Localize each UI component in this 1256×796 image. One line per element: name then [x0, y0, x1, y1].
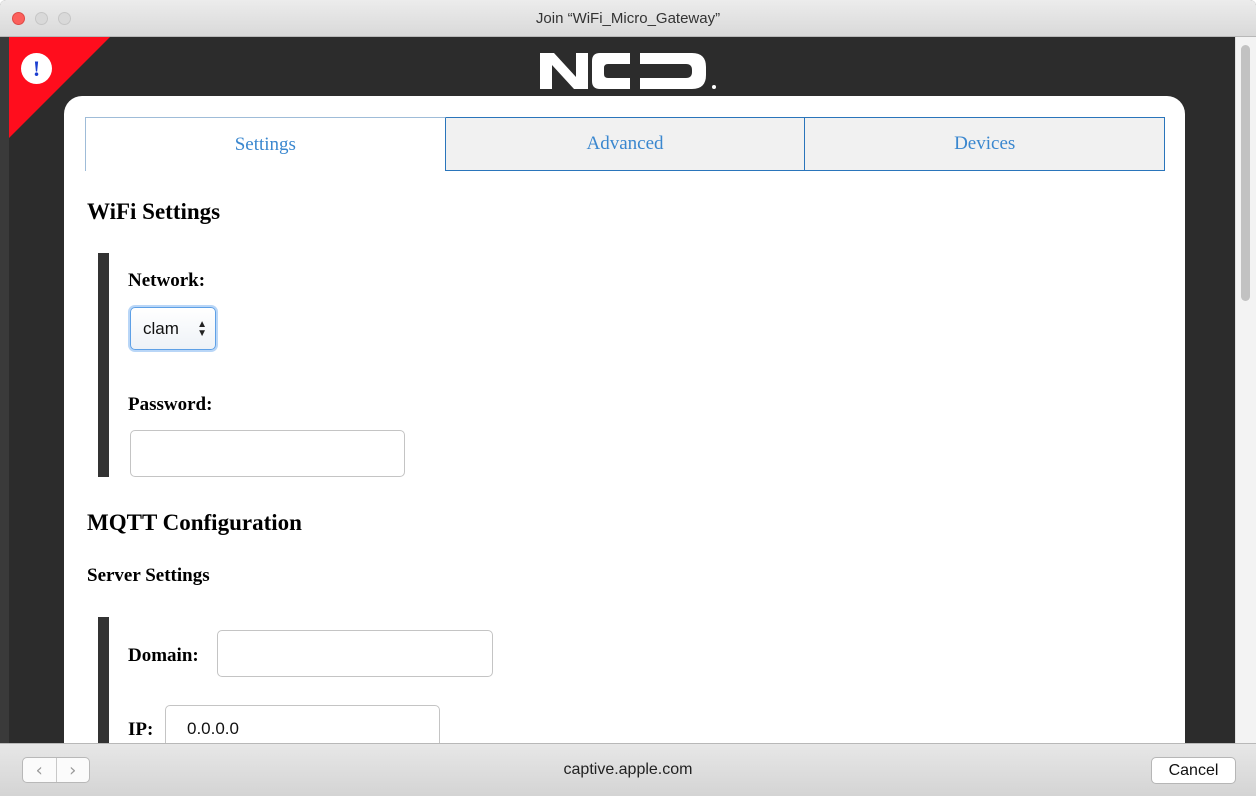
network-select[interactable]: clam ▲ ▼	[130, 307, 216, 350]
title-bar: Join “WiFi_Micro_Gateway”	[0, 0, 1256, 37]
window-title: Join “WiFi_Micro_Gateway”	[535, 10, 721, 27]
page-url: captive.apple.com	[563, 761, 693, 778]
ncd-logo	[540, 53, 716, 89]
scrollbar-thumb[interactable]	[1241, 45, 1250, 301]
tab-advanced[interactable]: Advanced	[445, 117, 806, 171]
network-select-value: clam	[143, 318, 179, 338]
wifi-section-bar	[98, 253, 109, 477]
password-input[interactable]	[130, 430, 405, 477]
vertical-scrollbar[interactable]	[1235, 37, 1256, 743]
bottom-bar: ‹ › captive.apple.com Cancel	[0, 743, 1256, 796]
mqtt-configuration-heading: MQTT Configuration	[87, 510, 302, 535]
ip-label: IP:	[128, 719, 154, 740]
tab-settings[interactable]: Settings	[85, 117, 446, 171]
wifi-settings-heading: WiFi Settings	[87, 199, 221, 224]
domain-input[interactable]	[217, 630, 493, 677]
domain-label: Domain:	[128, 645, 199, 666]
ip-input[interactable]: 0.0.0.0	[165, 705, 440, 743]
password-label: Password:	[128, 394, 213, 415]
web-content: ! Settings Advanced Devices WiFi Setting…	[9, 37, 1235, 743]
warning-icon: !	[21, 53, 52, 84]
tab-devices[interactable]: Devices	[805, 117, 1166, 171]
select-arrows-icon: ▲ ▼	[197, 319, 207, 339]
settings-panel: Settings Advanced Devices WiFi Settings …	[64, 96, 1185, 743]
cancel-button[interactable]: Cancel	[1151, 757, 1236, 784]
network-label: Network:	[128, 270, 206, 291]
server-settings-heading: Server Settings	[87, 565, 210, 586]
tab-bar: Settings Advanced Devices	[85, 117, 1166, 171]
server-section-bar	[98, 617, 109, 743]
captive-portal-window: Join “WiFi_Micro_Gateway” ! Settings Adv…	[0, 0, 1256, 796]
